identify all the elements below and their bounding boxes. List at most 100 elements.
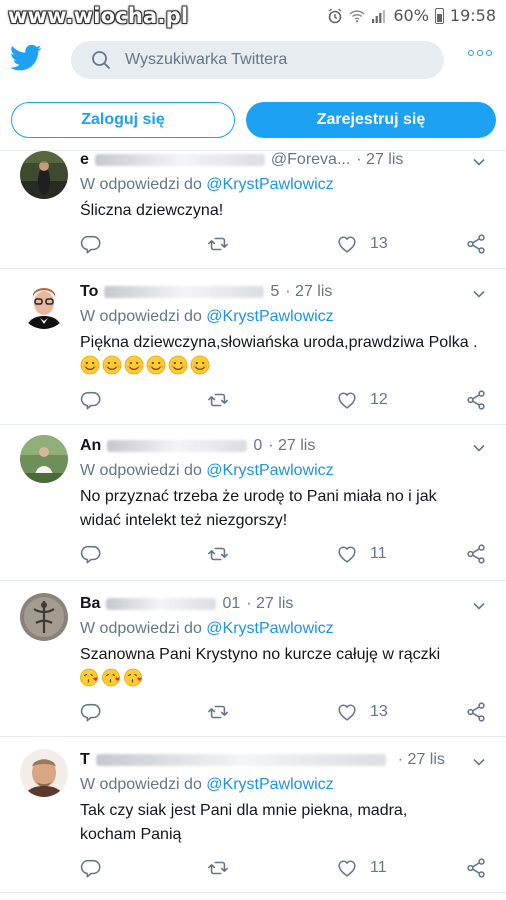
tweet[interactable]: T · 27 lis W odpowiedzi do @KrystPawlowi… (0, 737, 506, 893)
reply-button[interactable] (80, 232, 102, 256)
search-icon (92, 51, 110, 69)
share-button[interactable] (465, 700, 487, 724)
reply-mention[interactable]: @KrystPawlowicz (206, 776, 333, 793)
tweet-header: To 5 · 27 lis (80, 281, 332, 303)
tweet[interactable]: An 0 · 27 lis W odpowiedzi do @KrystPawl… (0, 425, 506, 581)
like-button[interactable]: 13 (336, 700, 388, 724)
tweet[interactable]: Ba 01 · 27 lis W odpowiedzi do @KrystPaw… (0, 581, 506, 737)
smiling-face-icon (102, 355, 122, 375)
retweet-button[interactable] (207, 388, 229, 412)
like-button[interactable]: 13 (336, 232, 388, 256)
chevron-down-icon[interactable] (472, 755, 486, 769)
reply-mention[interactable]: @KrystPawlowicz (206, 308, 333, 325)
author-handle[interactable]: 01 (222, 595, 240, 613)
tweet-time[interactable]: · 27 lis (268, 437, 315, 455)
battery-percent: 60% (393, 6, 429, 25)
tweet-time[interactable]: · 27 lis (246, 595, 293, 613)
author-handle[interactable]: 0 (253, 437, 262, 455)
author-name[interactable]: An (80, 437, 101, 455)
tweet[interactable]: To 5 · 27 lis W odpowiedzi do @KrystPawl… (0, 269, 506, 425)
share-button[interactable] (465, 232, 487, 256)
tweet-actions: 12 (80, 388, 490, 412)
heart-icon (338, 704, 356, 721)
emoji-row (80, 668, 146, 687)
reply-mention[interactable]: @KrystPawlowicz (206, 176, 333, 193)
share-button[interactable] (465, 856, 487, 880)
reply-context: W odpowiedzi do @KrystPawlowicz (80, 776, 334, 794)
search-input[interactable] (125, 51, 425, 69)
retweet-button[interactable] (207, 232, 229, 256)
chevron-down-icon[interactable] (472, 599, 486, 613)
tweet-time[interactable]: · 27 lis (398, 751, 445, 769)
tweet[interactable]: e @Foreva... · 27 lis W odpowiedzi do @K… (0, 151, 506, 269)
reply-button[interactable] (80, 388, 102, 412)
author-name[interactable]: e (80, 151, 89, 169)
author-name[interactable]: Ba (80, 595, 100, 613)
tweet-header: e @Foreva... · 27 lis (80, 149, 403, 171)
tweet-text-content: Piękna dziewczyna,słowiańska uroda,prawd… (80, 334, 478, 351)
reply-button[interactable] (80, 542, 102, 566)
author-name[interactable]: To (80, 283, 98, 301)
reply-context: W odpowiedzi do @KrystPawlowicz (80, 462, 334, 480)
redacted-name (104, 286, 265, 298)
tweet-text-content: Tak czy siak jest Pani dla mnie piekna, … (80, 802, 408, 843)
login-button[interactable]: Zaloguj się (11, 102, 235, 138)
avatar[interactable] (20, 151, 68, 199)
heart-icon (338, 392, 356, 409)
smiling-face-icon (146, 355, 166, 375)
reply-prefix: W odpowiedzi do (80, 776, 202, 793)
tweet-header: T · 27 lis (80, 749, 445, 771)
redacted-name (95, 754, 386, 766)
tweet-time[interactable]: · 27 lis (356, 151, 403, 169)
chevron-down-icon[interactable] (472, 287, 486, 301)
like-count: 13 (370, 703, 388, 720)
share-icon (467, 390, 485, 410)
reply-context: W odpowiedzi do @KrystPawlowicz (80, 620, 334, 638)
author-name[interactable]: T (80, 751, 90, 769)
share-button[interactable] (465, 388, 487, 412)
like-button[interactable]: 11 (336, 856, 387, 880)
retweet-button[interactable] (207, 542, 229, 566)
retweet-button[interactable] (207, 856, 229, 880)
chevron-down-icon[interactable] (472, 441, 486, 455)
signal-icon (372, 9, 386, 23)
share-icon (467, 544, 485, 564)
tweet-actions: 11 (80, 856, 490, 880)
auth-bar: Zaloguj się Zarejestruj się (0, 88, 506, 150)
reply-mention[interactable]: @KrystPawlowicz (206, 462, 333, 479)
reply-prefix: W odpowiedzi do (80, 176, 202, 193)
reply-icon (80, 391, 101, 410)
reply-context: W odpowiedzi do @KrystPawlowicz (80, 176, 334, 194)
share-icon (467, 858, 485, 878)
tweet-actions: 13 (80, 700, 490, 724)
avatar[interactable] (20, 281, 68, 329)
share-button[interactable] (465, 542, 487, 566)
avatar[interactable] (20, 593, 68, 641)
avatar[interactable] (20, 435, 68, 483)
like-count: 11 (370, 545, 387, 562)
tweet-time[interactable]: · 27 lis (285, 283, 332, 301)
tweet-text-content: No przyznać trzeba że urodę to Pani miał… (80, 488, 437, 529)
smiling-face-icon (190, 355, 210, 375)
tweet-header: Ba 01 · 27 lis (80, 593, 293, 615)
author-handle[interactable]: 5 (270, 283, 279, 301)
signup-button[interactable]: Zarejestruj się (246, 102, 496, 138)
chevron-down-icon[interactable] (472, 155, 486, 169)
avatar[interactable] (20, 749, 68, 797)
clock: 19:58 (449, 6, 496, 25)
reply-prefix: W odpowiedzi do (80, 462, 202, 479)
twitter-logo-icon[interactable] (10, 44, 42, 72)
search-bar[interactable] (71, 41, 444, 79)
reply-button[interactable] (80, 700, 102, 724)
reply-button[interactable] (80, 856, 102, 880)
retweet-button[interactable] (207, 700, 229, 724)
reply-icon (80, 235, 101, 254)
smiling-face-icon (124, 355, 144, 375)
reply-mention[interactable]: @KrystPawlowicz (206, 620, 333, 637)
more-options-icon[interactable] (468, 50, 492, 56)
like-button[interactable]: 12 (336, 388, 388, 412)
like-button[interactable]: 11 (336, 542, 387, 566)
tweet-actions: 11 (80, 542, 490, 566)
share-icon (467, 702, 485, 722)
author-handle[interactable]: @Foreva... (271, 151, 350, 169)
